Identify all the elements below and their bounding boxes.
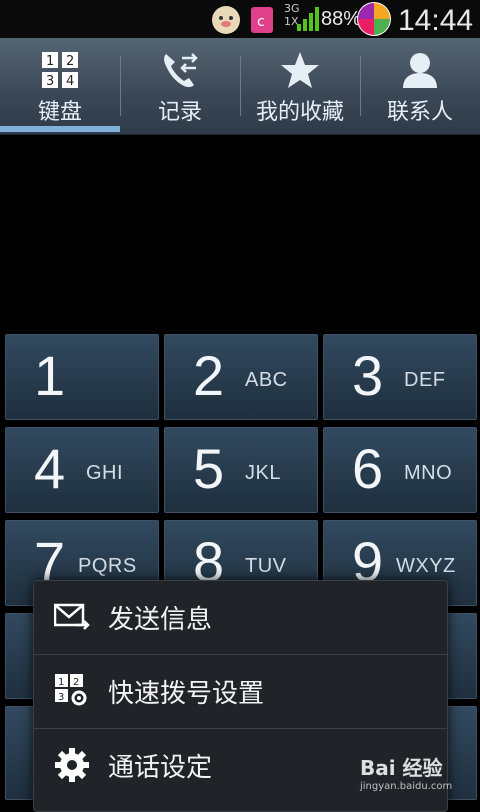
- key-digit: 5: [193, 437, 225, 500]
- tab-favorites[interactable]: 我的收藏: [240, 38, 360, 134]
- menu-item-speed-dial[interactable]: 1 2 3 快速拨号设置: [34, 655, 447, 728]
- call-log-icon: [164, 53, 198, 88]
- svg-text:2: 2: [66, 54, 74, 69]
- app-c-notification-icon: c: [251, 7, 273, 33]
- tab-call-log[interactable]: 记录: [120, 38, 240, 134]
- person-icon: [403, 53, 437, 88]
- key-digit: 6: [352, 437, 384, 500]
- menu-item-label: 通话设定: [108, 753, 213, 783]
- key-digit: 3: [352, 344, 384, 407]
- key-letters: ABC: [245, 369, 288, 391]
- key-digit: 4: [34, 437, 66, 500]
- key-digit: 2: [193, 344, 225, 407]
- status-bar: c 3G 1X 88% 14:44: [0, 0, 480, 38]
- tab-contacts-label: 联系人: [386, 100, 453, 125]
- dialer-tab-bar: 1 2 3 4 键盘 记录 我的收藏 联系人: [0, 38, 480, 135]
- number-display[interactable]: [0, 135, 480, 330]
- keypad-icon: 1 2 3 4: [42, 52, 78, 89]
- pinwheel-app-icon: [357, 2, 391, 36]
- key-digit: 1: [34, 344, 66, 407]
- key-letters: JKL: [245, 462, 281, 484]
- key-4[interactable]: 4 GHI: [5, 427, 159, 513]
- svg-text:3: 3: [46, 74, 54, 89]
- key-letters: WXYZ: [396, 555, 456, 577]
- app-notification-icon: [212, 6, 240, 34]
- key-letters: GHI: [86, 462, 124, 484]
- signal-icon: [297, 7, 319, 31]
- tab-call-log-label: 记录: [157, 100, 202, 125]
- key-6[interactable]: 6 MNO: [323, 427, 477, 513]
- gear-icon: [55, 748, 89, 782]
- menu-item-label: 快速拨号设置: [108, 679, 265, 709]
- selected-tab-indicator: [0, 126, 120, 132]
- key-1[interactable]: 1: [5, 334, 159, 420]
- tab-contacts[interactable]: 联系人: [360, 38, 480, 134]
- key-letters: MNO: [404, 462, 453, 484]
- key-2[interactable]: 2 ABC: [164, 334, 318, 420]
- message-icon: [54, 603, 90, 630]
- key-letters: DEF: [404, 369, 446, 391]
- key-letters: PQRS: [78, 555, 137, 577]
- svg-text:1: 1: [46, 54, 54, 69]
- menu-item-send-message[interactable]: 发送信息: [34, 581, 447, 654]
- speed-dial-settings-icon: 1 2 3: [55, 674, 87, 706]
- svg-text:c: c: [257, 14, 265, 30]
- svg-text:2: 2: [73, 677, 79, 688]
- tab-favorites-label: 我的收藏: [255, 100, 344, 125]
- svg-text:3: 3: [58, 692, 64, 703]
- watermark-sub: jingyan.baidu.com: [360, 781, 453, 792]
- tab-keypad[interactable]: 1 2 3 4 键盘: [0, 38, 120, 134]
- baidu-watermark: Bai 经验 jingyan.baidu.com: [360, 752, 476, 796]
- key-5[interactable]: 5 JKL: [164, 427, 318, 513]
- key-letters: TUV: [245, 555, 287, 577]
- watermark-text: Bai 经验: [360, 756, 443, 780]
- menu-item-label: 发送信息: [108, 605, 213, 635]
- clock: 14:44: [398, 4, 474, 37]
- svg-text:1: 1: [58, 677, 64, 688]
- svg-text:4: 4: [66, 74, 74, 89]
- tab-keypad-label: 键盘: [37, 100, 82, 125]
- star-icon: [281, 52, 319, 88]
- key-3[interactable]: 3 DEF: [323, 334, 477, 420]
